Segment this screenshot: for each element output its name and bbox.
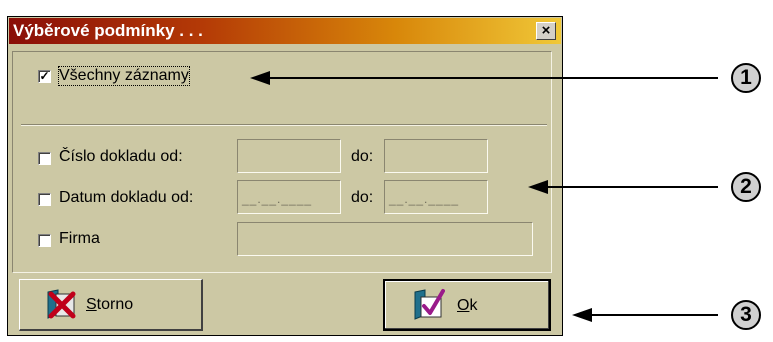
arrow-1-head	[250, 71, 270, 85]
callout-arrows	[250, 71, 718, 322]
arrow-2-head	[528, 180, 548, 194]
callout-2: 2	[731, 172, 761, 202]
arrow-3-head	[572, 308, 592, 322]
callout-1: 1	[731, 63, 761, 93]
callout-3: 3	[731, 300, 761, 330]
